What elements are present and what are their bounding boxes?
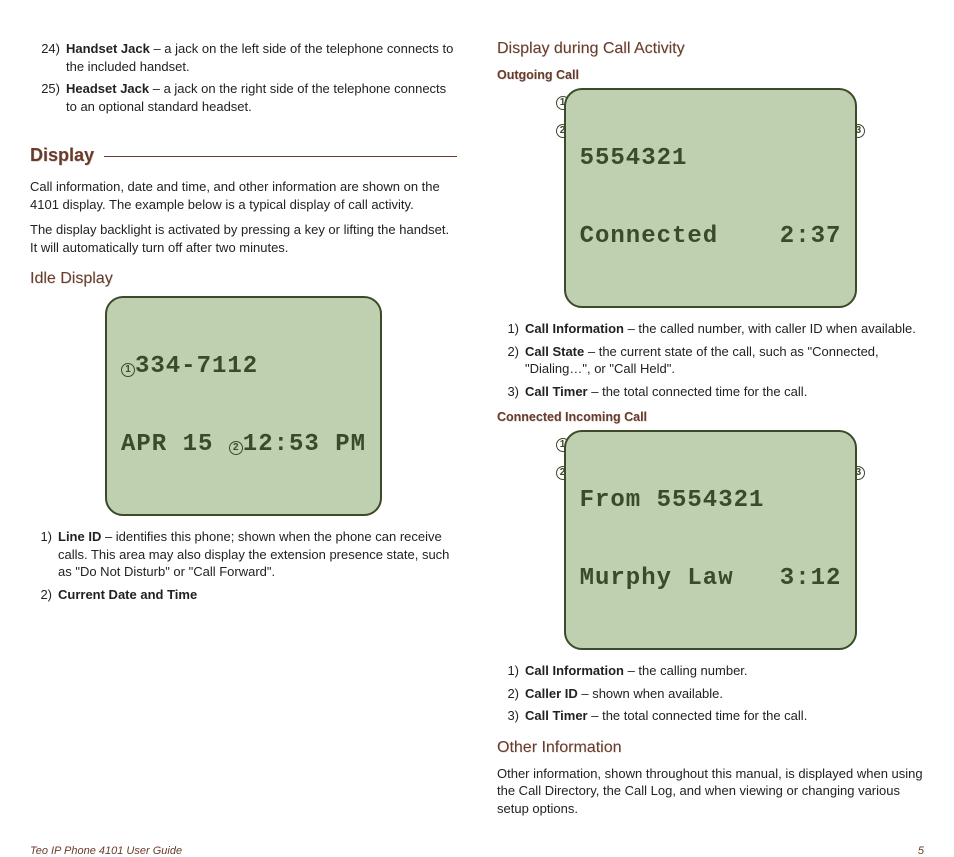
list-item: 2) Current Date and Time	[34, 586, 457, 604]
call-activity-heading: Display during Call Activity	[497, 40, 924, 58]
outgoing-call-heading: Outgoing Call	[497, 68, 924, 82]
outgoing-lcd-figure: 1 2 3 5554321 Connected 2:37	[497, 88, 924, 308]
left-column: 24) Handset Jack – a jack on the left si…	[30, 40, 457, 825]
paragraph: Other information, shown throughout this…	[497, 765, 924, 818]
idle-display-heading: Idle Display	[30, 270, 457, 288]
item-number: 25)	[34, 80, 60, 115]
item-text: Handset Jack – a jack on the left side o…	[66, 40, 457, 75]
other-info-heading: Other Information	[497, 739, 924, 757]
item-number: 24)	[34, 40, 60, 75]
list-item: 1) Call Information – the calling number…	[501, 662, 924, 680]
heading-rule	[104, 156, 457, 157]
list-item: 1) Line ID – identifies this phone; show…	[34, 528, 457, 581]
page-number: 5	[918, 845, 924, 857]
list-item: 1) Call Information – the called number,…	[501, 320, 924, 338]
paragraph: Call information, date and time, and oth…	[30, 178, 457, 213]
incoming-call-heading: Connected Incoming Call	[497, 410, 924, 424]
footer-title: Teo IP Phone 4101 User Guide	[30, 845, 182, 857]
list-item: 2) Call State – the current state of the…	[501, 343, 924, 378]
list-item: 24) Handset Jack – a jack on the left si…	[34, 40, 457, 75]
right-column: Display during Call Activity Outgoing Ca…	[497, 40, 924, 825]
list-item: 3) Call Timer – the total connected time…	[501, 707, 924, 725]
list-item: 25) Headset Jack – a jack on the right s…	[34, 80, 457, 115]
idle-lcd-figure: 1334-7112 APR 15 212:53 PM	[30, 296, 457, 516]
display-heading: Display	[30, 145, 457, 166]
incoming-lcd-figure: 1 2 3 From 5554321 Murphy Law 3:12	[497, 430, 924, 650]
item-text: Headset Jack – a jack on the right side …	[66, 80, 457, 115]
page-footer: Teo IP Phone 4101 User Guide 5	[30, 825, 924, 857]
list-item: 2) Caller ID – shown when available.	[501, 685, 924, 703]
list-item: 3) Call Timer – the total connected time…	[501, 383, 924, 401]
paragraph: The display backlight is activated by pr…	[30, 221, 457, 256]
